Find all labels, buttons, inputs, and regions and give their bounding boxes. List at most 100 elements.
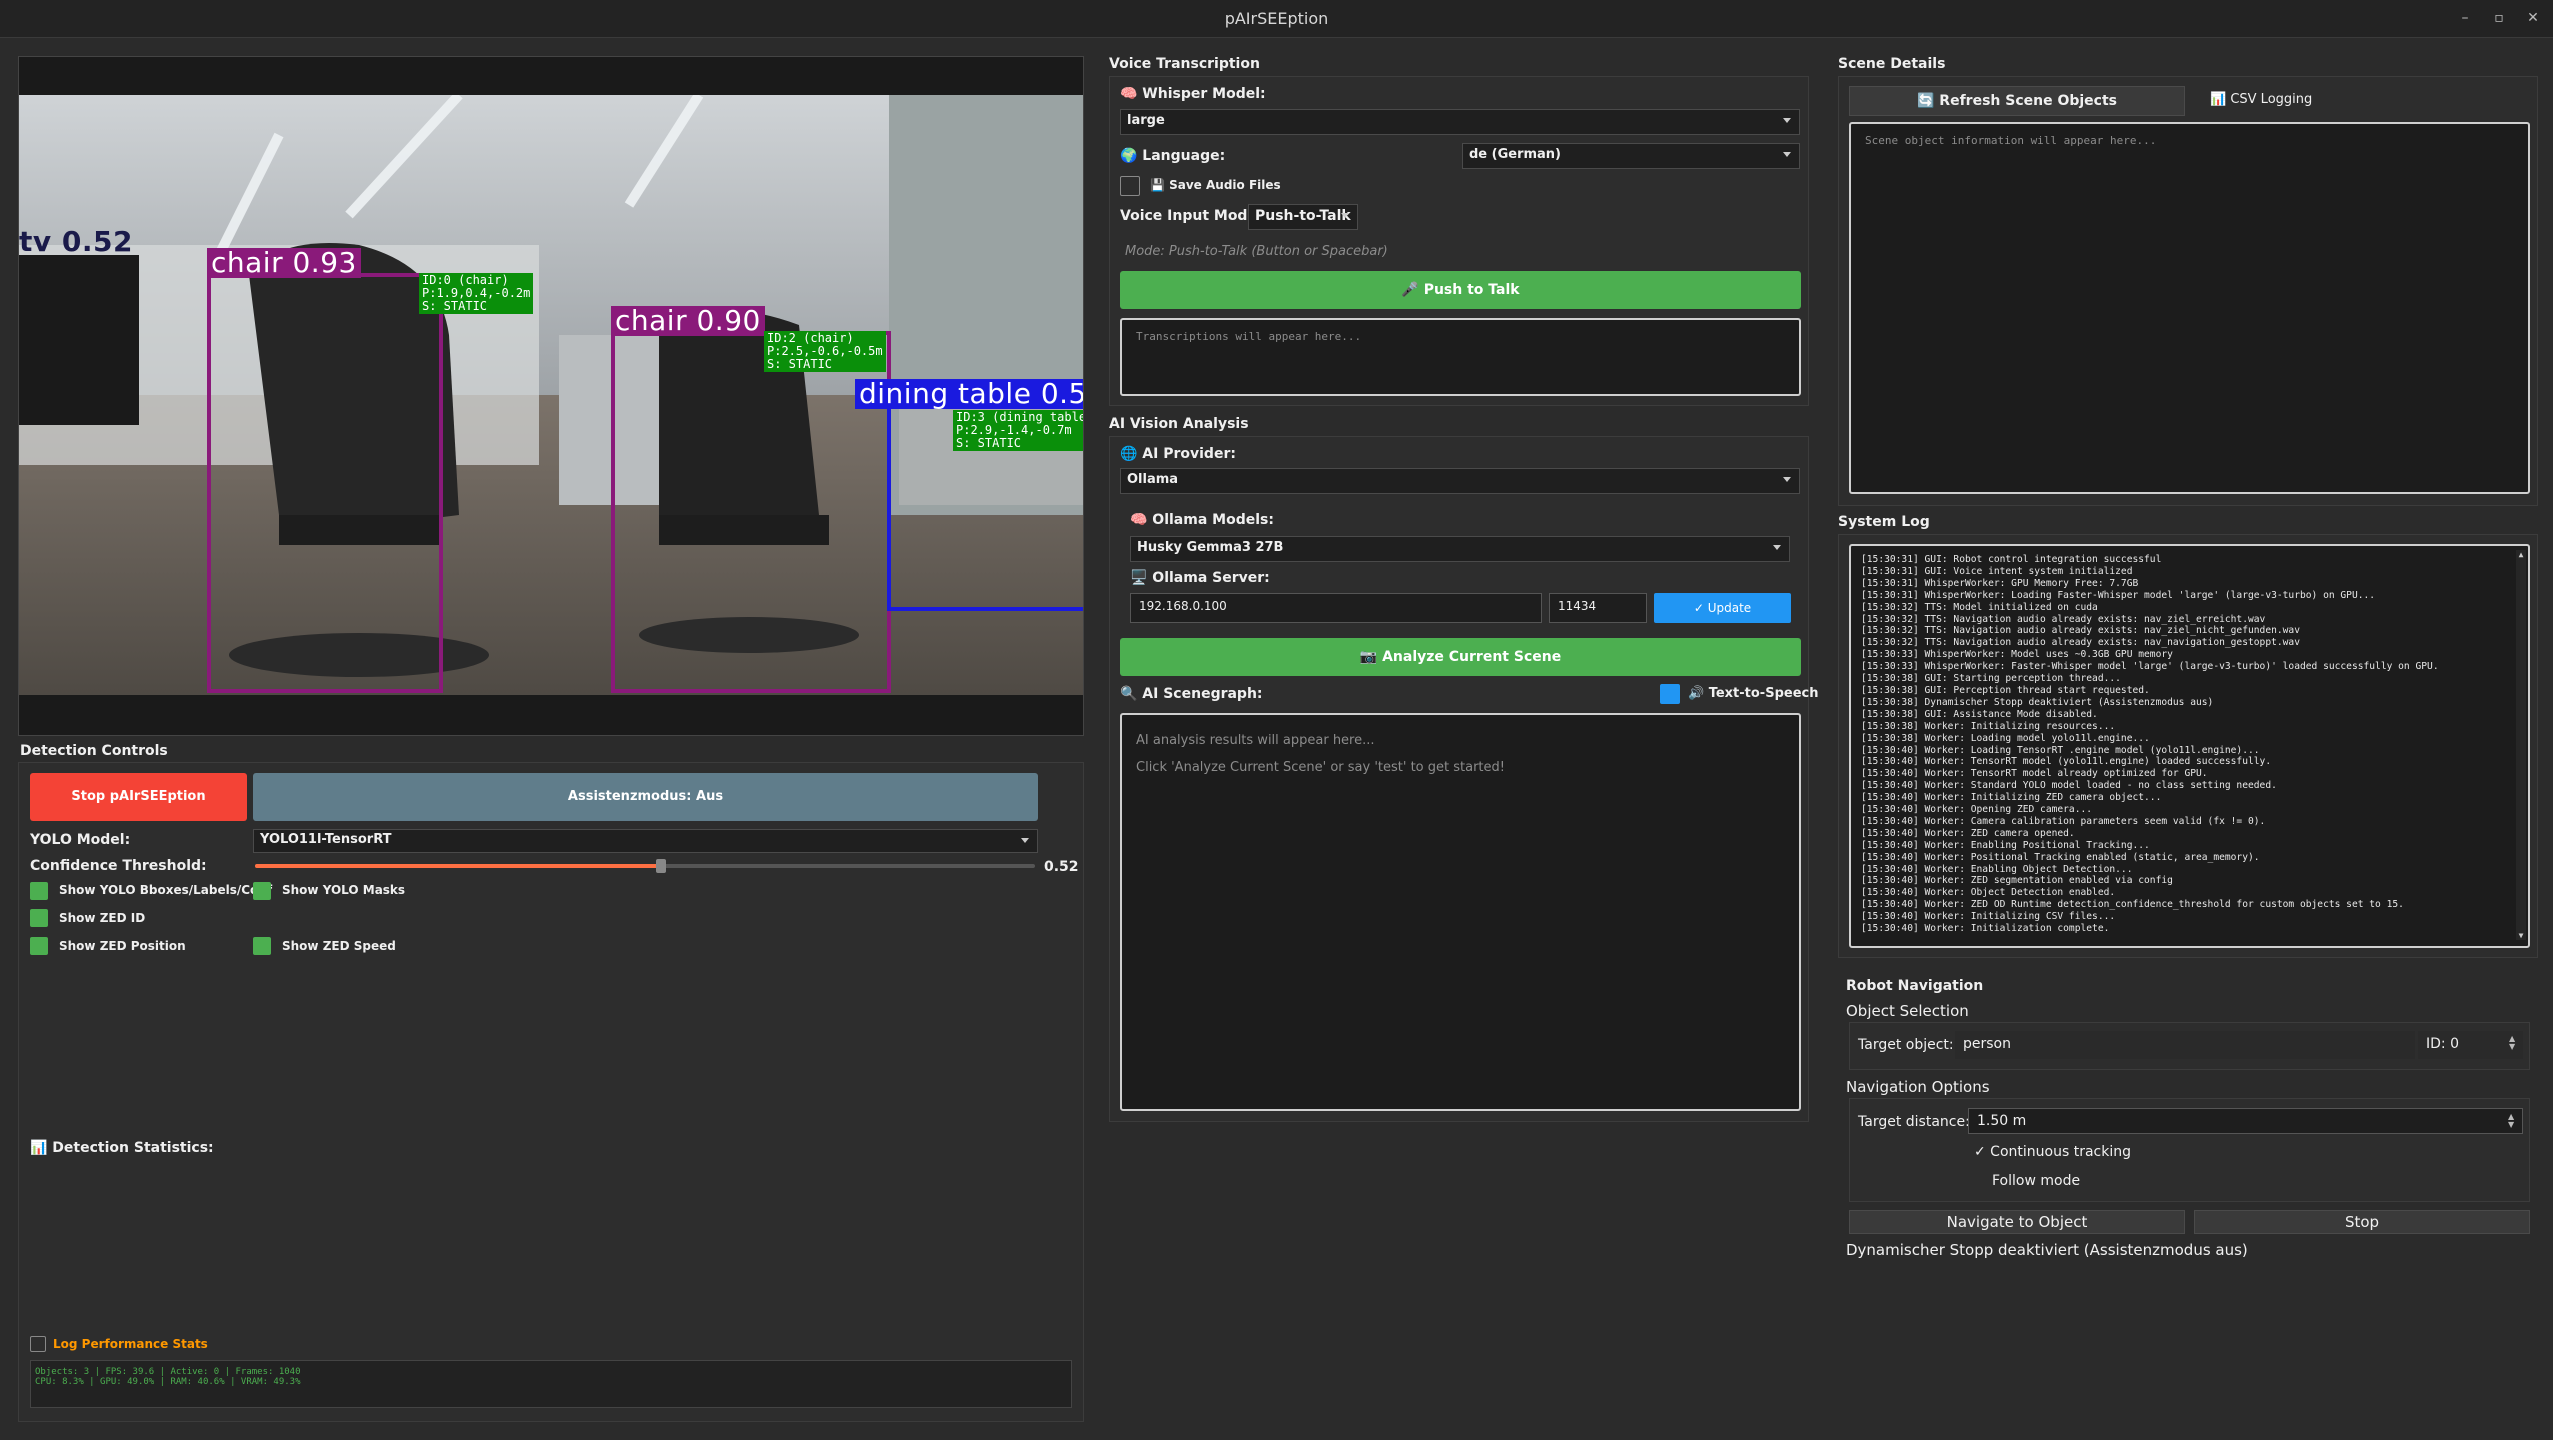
log-line: [15:30:32] TTS: Navigation audio already… [1861,613,2266,625]
scroll-down-icon[interactable]: ▼ [2516,931,2526,940]
csv-logging-checkbox[interactable]: 📊 CSV Logging [2210,92,2312,107]
stop-perception-button[interactable]: Stop pAIrSEEption [30,773,247,821]
log-performance-label: Log Performance Stats [53,1337,208,1351]
confidence-threshold-label: Confidence Threshold: [30,858,207,874]
target-id-spinbox[interactable]: ID: 0 ▲ ▼ [2418,1031,2523,1059]
chevron-down-icon [1783,477,1791,482]
detection-label-chair-2: chair 0.90 [611,306,765,336]
save-audio-checkbox[interactable] [1120,176,1140,196]
language-value: de (German) [1469,147,1562,162]
spin-arrows-icon[interactable]: ▲ ▼ [2508,1113,2516,1129]
log-line: [15:30:32] TTS: Model initialized on cud… [1861,601,2098,613]
refresh-scene-button[interactable]: 🔄 Refresh Scene Objects [1849,86,2185,116]
voice-input-mode-select[interactable]: Push-to-Talk [1248,204,1358,230]
voice-transcription-title: Voice Transcription [1109,56,1260,72]
bboxes-checkbox[interactable] [30,882,48,900]
yolo-model-value: YOLO11l-TensorRT [260,832,392,847]
target-id-value: ID: 0 [2426,1036,2459,1052]
assistance-mode-button[interactable]: Assistenzmodus: Aus [253,773,1038,821]
log-scrollbar[interactable]: ▲ ▼ [2516,550,2526,940]
chevron-down-icon [1783,152,1791,157]
chevron-down-icon [1783,118,1791,123]
confidence-slider-track[interactable] [255,859,1035,873]
log-line: [15:30:32] TTS: Navigation audio already… [1861,625,2300,637]
title-bar: pAIrSEEption – ▫ ✕ [0,0,2553,38]
ai-provider-select[interactable]: Ollama [1120,468,1800,494]
log-line: [15:30:40] Worker: Positional Tracking e… [1861,851,2260,863]
log-line: [15:30:33] WhisperWorker: Faster-Whisper… [1861,661,2439,673]
system-log-title: System Log [1838,514,1930,530]
yolo-model-label: YOLO Model: [30,832,131,848]
log-line: [15:30:38] GUI: Perception thread start … [1861,684,2150,696]
spin-arrows-icon[interactable]: ▲ ▼ [2509,1035,2517,1051]
scene-details-title: Scene Details [1838,56,1946,72]
log-line: [15:30:31] GUI: Voice intent system init… [1861,565,2133,577]
transcription-output[interactable]: Transcriptions will appear here... [1120,318,1801,396]
ai-provider-value: Ollama [1127,472,1179,487]
system-log-lines: [15:30:31] GUI: Robot control integratio… [1861,554,2518,935]
window-title: pAIrSEEption [1224,9,1329,28]
confidence-value: 0.52 [1044,859,1079,875]
log-line: [15:30:40] Worker: ZED segmentation enab… [1861,875,2173,887]
log-performance-checkbox[interactable] [30,1336,46,1352]
ollama-models-value: Husky Gemma3 27B [1137,540,1284,555]
performance-stats-box: Objects: 3 | FPS: 39.6 | Active: 0 | Fra… [30,1360,1072,1408]
target-distance-label: Target distance: [1858,1114,1970,1130]
masks-label: Show YOLO Masks [282,883,406,897]
system-log-output[interactable]: [15:30:31] GUI: Robot control integratio… [1849,544,2530,948]
continuous-tracking-checkbox[interactable]: ✓ Continuous tracking [1974,1144,2131,1160]
ai-vision-title: AI Vision Analysis [1109,416,1249,432]
scroll-up-icon[interactable]: ▲ [2516,550,2526,559]
language-select[interactable]: de (German) [1462,143,1800,169]
zed-id-checkbox[interactable] [30,909,48,927]
zed-speed-label: Show ZED Speed [282,939,396,953]
detection-label-chair-1: chair 0.93 [207,248,361,278]
log-line: [15:30:33] WhisperWorker: Model uses ~0.… [1861,649,2173,661]
ollama-server-port-input[interactable]: 11434 [1549,593,1647,623]
analyze-scene-button[interactable]: 📷 Analyze Current Scene [1120,638,1801,676]
log-line: [15:30:40] Worker: Enabling Positional T… [1861,839,2150,851]
tts-label: 🔊 Text-to-Speech [1688,686,1819,701]
navigation-status: Dynamischer Stopp deaktiviert (Assistenz… [1846,1241,2248,1259]
log-line: [15:30:31] WhisperWorker: Loading Faster… [1861,589,2376,601]
navigation-stop-button[interactable]: Stop [2194,1210,2530,1234]
log-line: [15:30:32] TTS: Navigation audio already… [1861,637,2300,649]
voice-mode-hint: Mode: Push-to-Talk (Button or Spacebar) [1125,244,1388,259]
save-audio-label: 💾 Save Audio Files [1150,178,1281,192]
whisper-model-select[interactable]: large [1120,109,1800,135]
follow-mode-checkbox[interactable]: Follow mode [1992,1173,2080,1189]
ollama-server-ip-input[interactable]: 192.168.0.100 [1130,593,1542,623]
maximize-icon[interactable]: ▫ [2487,6,2511,30]
minimize-icon[interactable]: – [2453,6,2477,30]
detection-info-chair-1: ID:0 (chair) P:1.9,0.4,-0.2m S: STATIC [419,273,534,314]
detection-info-dining-table: ID:3 (dining table) P:2.9,-1.4,-0.7m S: … [953,410,1083,451]
log-line: [15:30:38] Dynamischer Stopp deaktiviert… [1861,696,2214,708]
target-object-input[interactable]: person [1955,1031,2415,1059]
log-line: [15:30:40] Worker: Initializing ZED came… [1861,792,2162,804]
detection-controls-title: Detection Controls [20,743,168,759]
object-selection-title: Object Selection [1846,1002,1969,1020]
tts-checkbox[interactable] [1660,684,1680,704]
yolo-model-select[interactable]: YOLO11l-TensorRT [253,829,1038,853]
confidence-slider-fill [255,864,661,868]
push-to-talk-button[interactable]: 🎤 Push to Talk [1120,271,1801,309]
language-label: 🌍 Language: [1120,148,1226,164]
camera-feed: tv 0.52 chair 0.93 ID:0 (chair) P:1.9,0.… [19,95,1083,695]
zed-speed-checkbox[interactable] [253,937,271,955]
masks-checkbox[interactable] [253,882,271,900]
update-server-button[interactable]: ✓ Update [1654,593,1791,623]
close-icon[interactable]: ✕ [2521,6,2545,30]
ollama-models-select[interactable]: Husky Gemma3 27B [1130,536,1790,562]
target-distance-value: 1.50 m [1977,1113,2027,1129]
log-line: [15:30:40] Worker: ZED camera opened. [1861,827,2075,839]
log-line: [15:30:31] GUI: Robot control integratio… [1861,554,2162,565]
ai-results-output[interactable]: AI analysis results will appear here... … [1120,713,1801,1111]
navigate-to-object-button[interactable]: Navigate to Object [1849,1210,2185,1234]
scene-objects-output[interactable]: Scene object information will appear her… [1849,122,2530,494]
confidence-slider-handle[interactable] [655,859,666,873]
robot-navigation-title: Robot Navigation [1846,978,1984,994]
log-line: [15:30:38] GUI: Starting perception thre… [1861,673,2121,685]
performance-stats-line-2: CPU: 8.3% | GPU: 49.0% | RAM: 40.6% | VR… [35,1377,301,1387]
target-distance-spinbox[interactable]: 1.50 m ▲ ▼ [1968,1108,2523,1134]
zed-position-checkbox[interactable] [30,937,48,955]
